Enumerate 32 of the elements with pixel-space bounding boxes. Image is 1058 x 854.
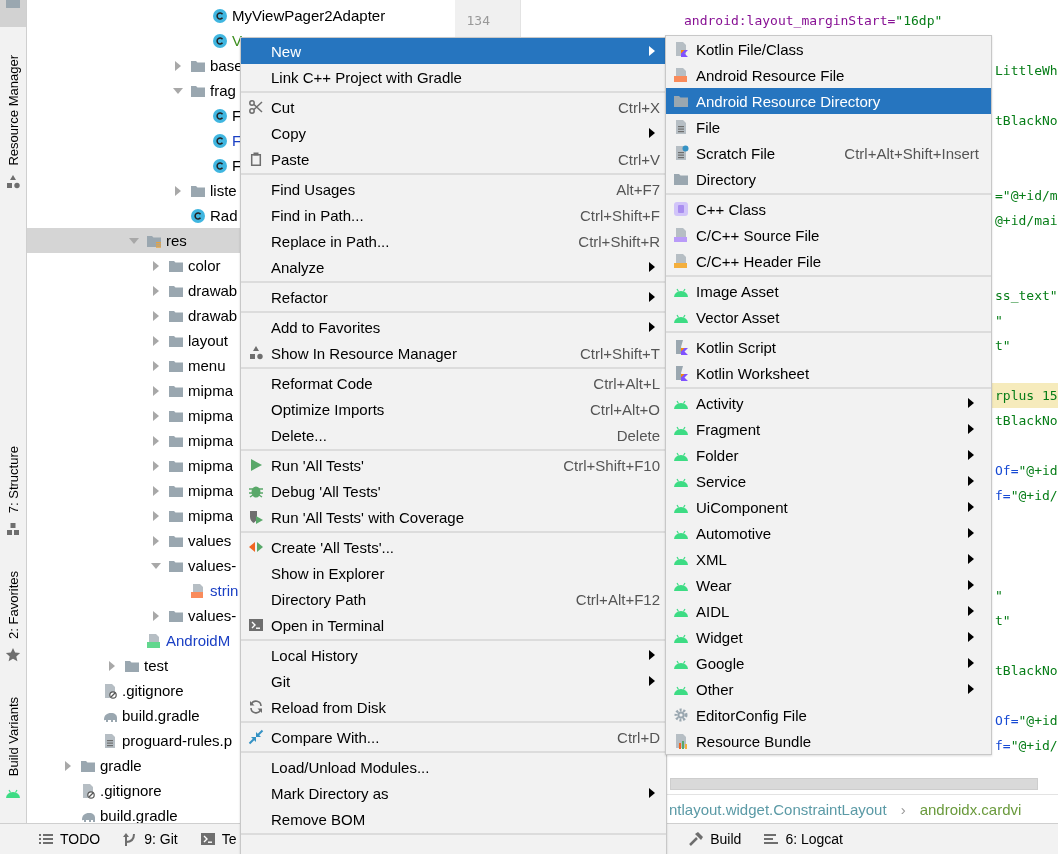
shortcut-label: Ctrl+Alt+O bbox=[589, 400, 660, 418]
code-text: t" bbox=[995, 338, 1011, 353]
shortcut-label: Ctrl+Shift+F10 bbox=[563, 456, 660, 474]
code-text: " bbox=[995, 588, 1003, 603]
shortcut-label: Ctrl+Alt+L bbox=[593, 374, 660, 392]
code-text: " bbox=[995, 313, 1003, 328]
shortcut-label: Ctrl+Alt+F12 bbox=[575, 590, 660, 608]
shortcut-label: Ctrl+D bbox=[617, 728, 660, 746]
code-text: t" bbox=[995, 613, 1011, 628]
code-text: Of="@+id bbox=[995, 463, 1058, 478]
code-text: android:layout_marginStart="16dp" bbox=[684, 13, 943, 28]
code-text: ="@+id/m bbox=[995, 188, 1058, 203]
code-text: @+id/mai bbox=[995, 213, 1058, 228]
code-text: rplus 15 bbox=[995, 388, 1058, 403]
shortcut-label: Ctrl+Shift+F bbox=[579, 206, 660, 224]
shortcut-label: Ctrl+Shift+T bbox=[579, 344, 660, 362]
line-number: 134 bbox=[466, 12, 491, 30]
code-text: tBlackNo bbox=[995, 663, 1058, 678]
code-text: Of="@+id bbox=[995, 713, 1058, 728]
breadcrumb-separator: › bbox=[900, 800, 906, 818]
shortcut-label: Ctrl+Alt+Shift+Insert bbox=[844, 144, 979, 162]
shortcut-label: Ctrl+X bbox=[617, 98, 660, 116]
code-text: tBlackNo bbox=[995, 413, 1058, 428]
shortcut-label: Delete bbox=[616, 426, 660, 444]
code-text: tBlackNo bbox=[995, 113, 1058, 128]
code-text: ss_text" bbox=[995, 288, 1058, 303]
code-text: f="@+id/ bbox=[995, 738, 1058, 753]
code-text: f="@+id/ bbox=[995, 488, 1058, 503]
shortcut-label: Ctrl+Shift+R bbox=[578, 232, 660, 250]
shortcut-label: Alt+F7 bbox=[616, 180, 660, 198]
code-text: LittleWh bbox=[995, 63, 1058, 78]
shortcut-label: Ctrl+V bbox=[617, 150, 660, 168]
